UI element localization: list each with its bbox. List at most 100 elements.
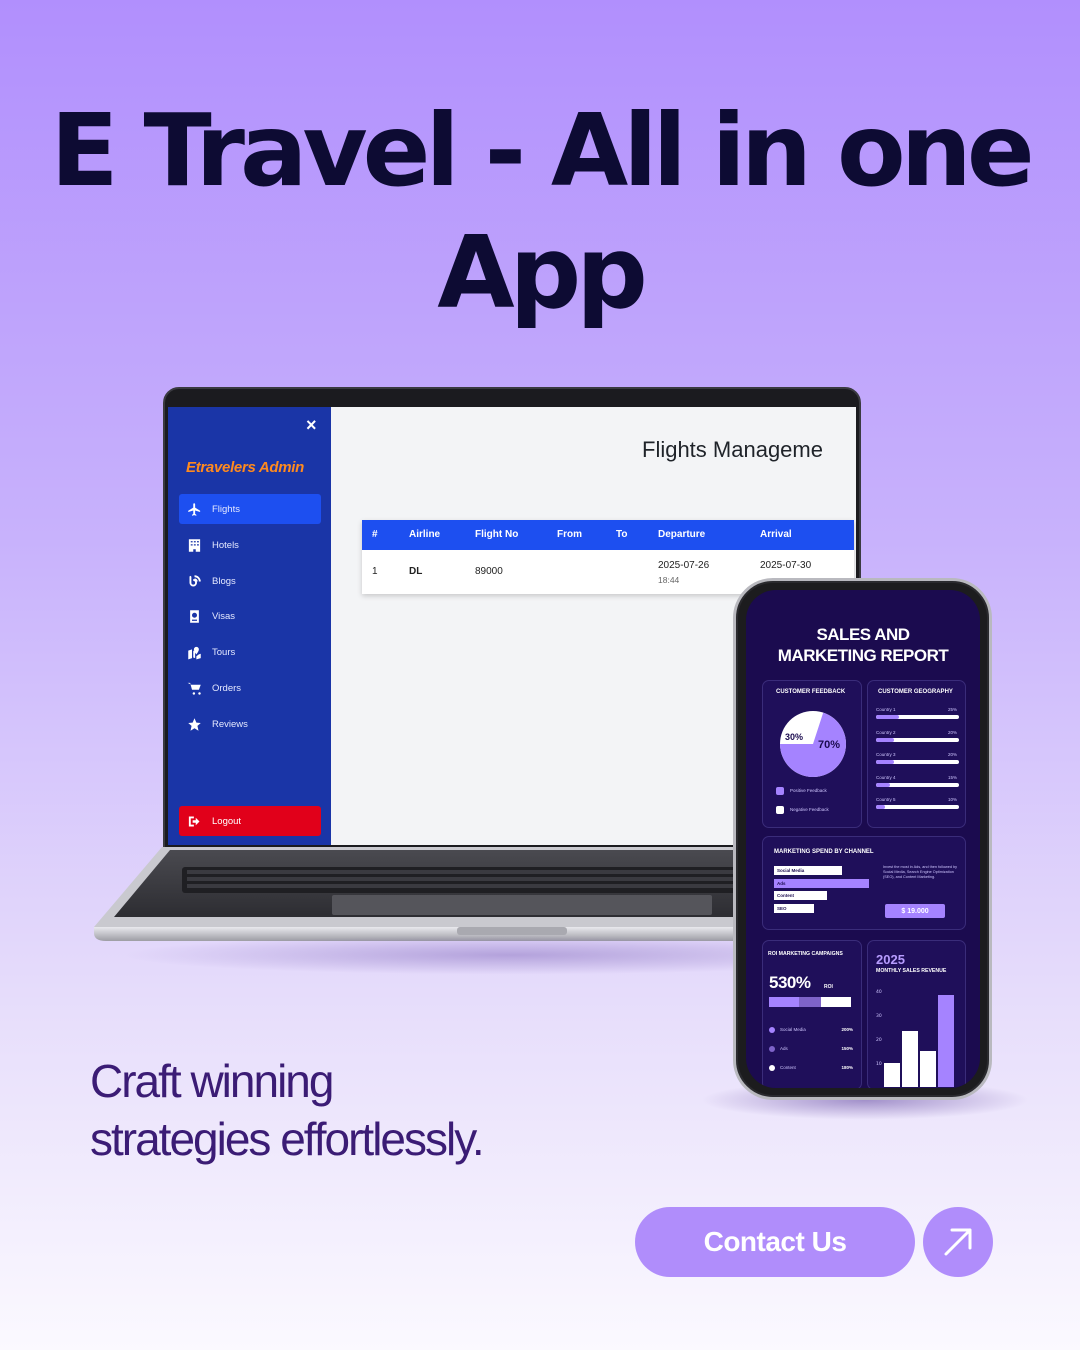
sidebar-item-label: Reviews [212, 718, 248, 730]
cell-flight-no: 89000 [475, 566, 503, 577]
headline-line-1: E Travel - All in one [50, 92, 1034, 209]
roi-dot [769, 1027, 775, 1033]
sales-tick-label: 10 [876, 1061, 882, 1067]
column-header-departure[interactable]: Departure [658, 529, 705, 540]
sales-subtitle: MONTHLY SALES REVENUE [876, 968, 947, 974]
sidebar-item-hotels[interactable]: Hotels [179, 530, 321, 560]
plane-icon [186, 501, 202, 517]
report-title-line-2: MARKETING REPORT [777, 646, 949, 665]
admin-sidebar: × Etravelers Admin Flights Hotels Blogs … [168, 407, 331, 845]
roi-pct: 150% [841, 1046, 853, 1051]
roi-label: Social Media [780, 1027, 806, 1032]
roi-label: Content [780, 1065, 796, 1070]
legend-positive: Positive Feedback [790, 788, 827, 793]
sidebar-item-tours[interactable]: Tours [179, 637, 321, 667]
spend-total: $ 19.000 [901, 907, 929, 915]
roi-label: Ads [780, 1046, 788, 1051]
legend-negative: Negative Feedback [790, 807, 829, 812]
sidebar-item-label: Blogs [212, 575, 236, 587]
sales-tick-label: 20 [876, 1037, 882, 1043]
hotel-icon [186, 537, 202, 553]
sidebar-item-visas[interactable]: Visas [179, 601, 321, 631]
geography-pct: 10% [947, 797, 957, 802]
sales-tick-label: 40 [876, 989, 882, 995]
spend-bar-label: Social Media [777, 868, 805, 873]
sales-tick-label: 30 [876, 1013, 882, 1019]
cell-departure-time: 18:44 [658, 575, 680, 585]
pie-label-negative: 30% [785, 732, 804, 742]
star-icon [186, 716, 202, 732]
blog-icon [186, 573, 202, 589]
feedback-title: CUSTOMER FEEDBACK [776, 689, 846, 695]
sidebar-item-orders[interactable]: Orders [179, 673, 321, 703]
geography-title: CUSTOMER GEOGRAPHY [878, 689, 953, 695]
contact-us-label: Contact Us [703, 1226, 847, 1257]
contact-us-button[interactable]: Contact Us [635, 1207, 915, 1277]
roi-stack-bar [769, 997, 851, 1007]
headline-line-2: App [437, 214, 648, 331]
geography-bar-fill [876, 737, 895, 742]
passport-icon [186, 608, 202, 624]
sidebar-item-label: Tours [212, 646, 236, 658]
tagline-line-2: strategies effortlessly. [90, 1113, 485, 1165]
table-header: # Airline Flight No From To Departure Ar… [362, 520, 854, 550]
report-title: SALES AND MARKETING REPORT [746, 624, 980, 666]
page-title: Flights Manageme [642, 437, 823, 462]
column-header-flight-no[interactable]: Flight No [475, 529, 518, 540]
logout-icon [186, 813, 202, 829]
logout-button[interactable]: Logout [179, 806, 321, 836]
sidebar-item-blogs[interactable]: Blogs [179, 566, 321, 596]
sidebar-item-label: Visas [212, 610, 236, 622]
sidebar-item-reviews[interactable]: Reviews [179, 709, 321, 739]
geography-pct: 15% [947, 774, 957, 780]
sidebar-item-flights[interactable]: Flights [179, 494, 321, 524]
column-header-number[interactable]: # [372, 529, 378, 540]
spend-bar-label: Content [777, 893, 794, 898]
geography-bar-fill [876, 805, 886, 809]
roi-value: 530% [769, 973, 811, 992]
spend-note: Invest the most in Ads, and then followe… [883, 865, 958, 879]
sidebar-item-label: Orders [212, 682, 242, 694]
geography-pct: 25% [947, 707, 957, 712]
sales-bar [920, 1051, 936, 1087]
geography-pct: 20% [947, 752, 957, 757]
arrow-up-right-button[interactable] [923, 1207, 993, 1277]
geography-bar-fill [876, 782, 890, 787]
column-header-to[interactable]: To [616, 529, 627, 540]
tagline: Craft winning strategies effortlessly. [90, 1052, 485, 1168]
sales-bar [884, 1063, 900, 1087]
sales-bar [938, 995, 954, 1087]
roi-segment-ads [798, 997, 821, 1007]
sidebar-item-label: Hotels [212, 539, 239, 551]
admin-brand: Etravelers Admin [186, 459, 305, 476]
logout-label: Logout [212, 815, 242, 827]
map-icon [186, 644, 202, 660]
spend-total-badge: $ 19.000 [885, 904, 945, 918]
sales-bar [902, 1031, 918, 1087]
geography-panel: CUSTOMER GEOGRAPHY Country 1 25% Country 2… [867, 680, 966, 828]
geography-country: Country 3 [876, 752, 896, 757]
roi-panel: ROI MARKETING CAMPAIGNS 530% ROI Social … [762, 940, 862, 1088]
roi-pct: 180% [841, 1065, 853, 1070]
tagline-line-1: Craft winning [90, 1055, 334, 1107]
column-header-from[interactable]: From [557, 529, 582, 540]
feedback-panel: CUSTOMER FEEDBACK 30% 70% Positive Feedb… [762, 680, 862, 828]
geography-country: Country 4 [876, 774, 896, 780]
roi-unit: ROI [824, 984, 833, 990]
geography-bar-track [876, 805, 959, 809]
spend-panel: MARKETING SPEND BY CHANNEL Social Media A… [762, 836, 966, 930]
report-title-line-1: SALES AND [816, 625, 910, 644]
pie-label-positive: 70% [818, 739, 841, 751]
cell-number: 1 [372, 566, 378, 577]
geography-pct: 20% [947, 729, 957, 735]
column-header-airline[interactable]: Airline [409, 529, 440, 540]
sales-bar-chart: 40 30 20 10 [876, 989, 954, 1087]
roi-dot [769, 1046, 775, 1052]
geography-country: Country 5 [876, 797, 896, 802]
roi-dot [769, 1065, 775, 1071]
column-header-arrival[interactable]: Arrival [760, 529, 792, 540]
arrow-up-right-icon [944, 1228, 972, 1256]
close-icon[interactable]: × [306, 415, 317, 436]
legend-swatch-positive [776, 787, 784, 795]
cell-arrival-date: 2025-07-30 [760, 560, 812, 571]
